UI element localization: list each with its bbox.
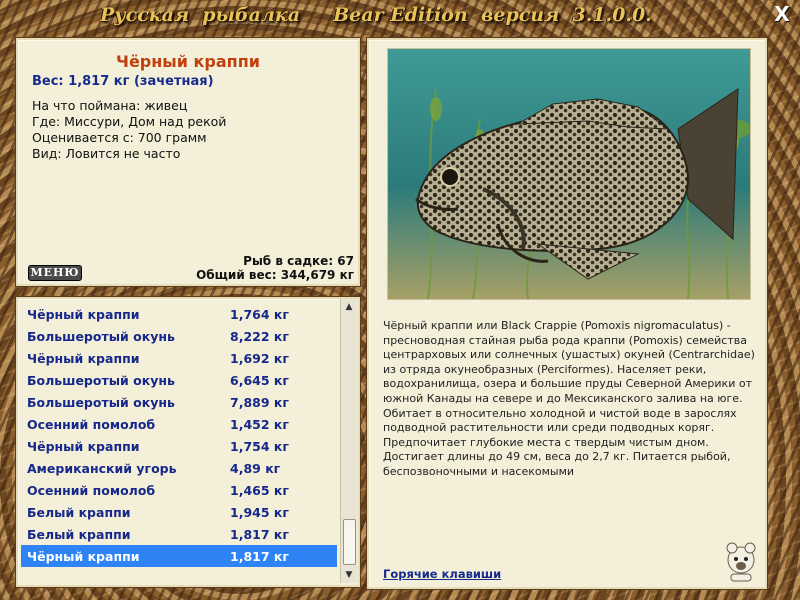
keepnet-stats: Рыб в садке: 67 Общий вес: 344,679 кг	[196, 254, 354, 282]
catch-fish-weight: 6,645 кг	[230, 372, 289, 388]
rarity-info: Вид: Ловится не часто	[32, 146, 181, 161]
catch-list-row[interactable]: Большеротый окунь 8,222 кг	[21, 325, 337, 347]
bait-info: На что поймана: живец	[32, 98, 188, 113]
scroll-up-arrow-icon[interactable]: ▲	[341, 299, 357, 315]
catch-fish-name: Белый краппи	[27, 526, 131, 542]
bear-logo-icon	[725, 540, 757, 582]
catch-fish-name: Большеротый окунь	[27, 372, 175, 388]
catch-fish-name: Большеротый окунь	[27, 328, 175, 344]
fish-details-panel: Чёрный краппи или Black Crappie (Pomoxis…	[367, 38, 767, 589]
catch-fish-name: Чёрный краппи	[27, 438, 140, 454]
catch-fish-name: Белый краппи	[27, 504, 131, 520]
catch-list-row[interactable]: Осенний помолоб 1,452 кг	[21, 413, 337, 435]
scroll-down-arrow-icon[interactable]: ▼	[341, 567, 357, 583]
scrollbar-thumb[interactable]	[343, 519, 356, 565]
total-weight: Общий вес: 344,679 кг	[196, 268, 354, 282]
catch-details: На что поймана: живец Где: Миссури, Дом …	[32, 98, 226, 162]
catch-list-row[interactable]: Американский угорь 4,89 кг	[21, 457, 337, 479]
menu-button[interactable]: МЕНЮ	[28, 265, 82, 281]
catch-fish-weight: 1,817 кг	[230, 548, 289, 564]
catch-list-row[interactable]: Белый краппи 1,817 кг	[21, 523, 337, 545]
catch-fish-weight: 4,89 кг	[230, 460, 281, 476]
app-title: Русская рыбалка Bear Edition версия 3.1.…	[100, 4, 652, 26]
catch-fish-name: Большеротый окунь	[27, 394, 175, 410]
catch-list-panel: Чёрный краппи 1,764 кг Большеротый окунь 8,…	[16, 297, 360, 587]
fish-name-heading: Чёрный краппи	[116, 52, 260, 71]
catch-list-row[interactable]: Чёрный краппи 1,754 кг	[21, 435, 337, 457]
fish-weight: Вес: 1,817 кг (зачетная)	[32, 74, 214, 89]
valued-from-info: Оценивается с: 700 грамм	[32, 130, 207, 145]
catch-fish-weight: 1,945 кг	[230, 504, 289, 520]
catch-list: Чёрный краппи 1,764 кг Большеротый окунь 8,…	[21, 303, 337, 567]
catch-list-row[interactable]: Чёрный краппи 1,817 кг	[21, 545, 337, 567]
catch-list-row[interactable]: Чёрный краппи 1,692 кг	[21, 347, 337, 369]
catch-fish-name: Американский угорь	[27, 460, 177, 476]
hotkeys-link[interactable]: Горячие клавиши	[383, 567, 501, 581]
catch-fish-weight: 1,465 кг	[230, 482, 289, 498]
catch-fish-name: Чёрный краппи	[27, 306, 140, 322]
catch-list-row[interactable]: Чёрный краппи 1,764 кг	[21, 303, 337, 325]
catch-list-row[interactable]: Белый краппи 1,945 кг	[21, 501, 337, 523]
catch-info-panel: Чёрный краппи Вес: 1,817 кг (зачетная) Н…	[16, 38, 360, 286]
fish-photo	[387, 48, 751, 300]
list-scrollbar[interactable]: ▲ ▼	[340, 299, 357, 583]
catch-list-row[interactable]: Осенний помолоб 1,465 кг	[21, 479, 337, 501]
catch-list-row[interactable]: Большеротый окунь 6,645 кг	[21, 369, 337, 391]
location-info: Где: Миссури, Дом над рекой	[32, 114, 227, 129]
catch-fish-weight: 1,692 кг	[230, 350, 289, 366]
catch-fish-weight: 7,889 кг	[230, 394, 289, 410]
catch-fish-weight: 8,222 кг	[230, 328, 289, 344]
fish-count: Рыб в садке: 67	[243, 254, 354, 268]
catch-fish-weight: 1,817 кг	[230, 526, 289, 542]
catch-fish-weight: 1,754 кг	[230, 438, 289, 454]
catch-fish-name: Чёрный краппи	[27, 350, 140, 366]
catch-fish-name: Осенний помолоб	[27, 482, 156, 498]
crappie-illustration	[388, 49, 750, 299]
catch-fish-weight: 1,764 кг	[230, 306, 289, 322]
catch-list-row[interactable]: Большеротый окунь 7,889 кг	[21, 391, 337, 413]
catch-fish-name: Чёрный краппи	[27, 548, 140, 564]
fish-description: Чёрный краппи или Black Crappie (Pomoxis…	[383, 319, 755, 478]
close-icon[interactable]: X	[770, 2, 794, 26]
catch-fish-name: Осенний помолоб	[27, 416, 156, 432]
catch-fish-weight: 1,452 кг	[230, 416, 289, 432]
